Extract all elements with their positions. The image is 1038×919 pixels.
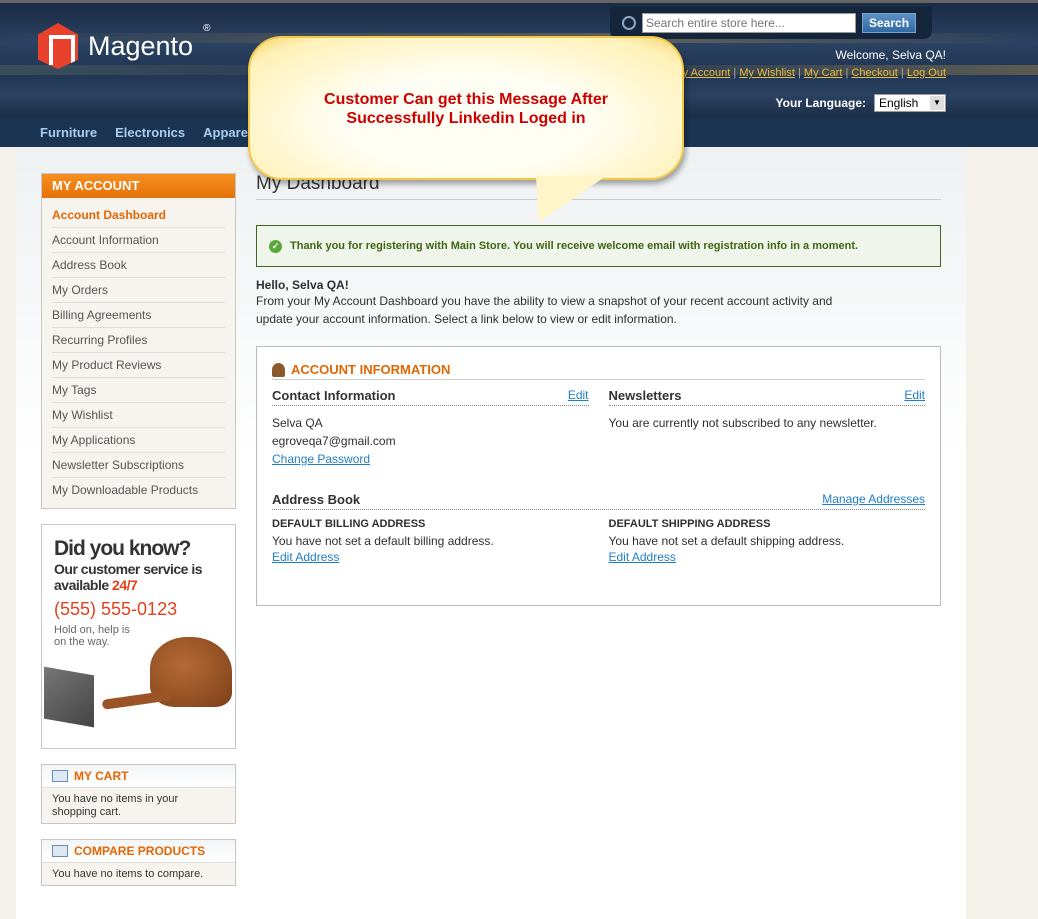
my-account-block: MY ACCOUNT Account Dashboard Account Inf…	[41, 173, 236, 509]
billing-address-title: DEFAULT BILLING ADDRESS	[272, 518, 426, 530]
compare-list-icon	[52, 845, 68, 857]
sidebar-item-address-book[interactable]: Address Book	[52, 253, 225, 278]
sidebar-item-my-applications[interactable]: My Applications	[52, 428, 225, 453]
sidebar-item-recurring-profiles[interactable]: Recurring Profiles	[52, 328, 225, 353]
checkout-link[interactable]: Checkout	[851, 67, 897, 79]
main-content: My Dashboard ✓ Thank you for registering…	[256, 173, 941, 606]
edit-billing-address-link[interactable]: Edit Address	[272, 550, 339, 564]
newsletters-title: Newsletters	[608, 388, 682, 403]
nav-electronics[interactable]: Electronics	[115, 125, 185, 140]
shipping-address-title: DEFAULT SHIPPING ADDRESS	[608, 518, 771, 530]
sidebar-item-billing-agreements[interactable]: Billing Agreements	[52, 303, 225, 328]
account-information-box: ACCOUNT INFORMATION Contact Information E…	[256, 346, 941, 606]
magento-logo-icon	[38, 23, 78, 69]
dog-paw-image	[101, 690, 173, 710]
callout-line-2: Successfully Linkedin Loged in	[346, 110, 586, 127]
compare-title: COMPARE PRODUCTS	[74, 844, 206, 858]
check-icon: ✓	[269, 239, 282, 253]
language-label: Your Language:	[775, 96, 866, 110]
magento-logo[interactable]: Magento ®	[38, 23, 210, 69]
nav-furniture[interactable]: Furniture	[40, 125, 97, 140]
sidebar-item-my-orders[interactable]: My Orders	[52, 278, 225, 303]
sidebar-item-account-dashboard: Account Dashboard	[52, 203, 225, 228]
my-cart-block: MY CART You have no items in your shoppi…	[41, 764, 236, 824]
nav-apparel[interactable]: Apparel	[203, 125, 251, 140]
top-links: My Account | My Wishlist | My Cart | Che…	[673, 67, 946, 79]
edit-shipping-address-link[interactable]: Edit Address	[609, 550, 676, 564]
success-message: ✓ Thank you for registering with Main St…	[256, 225, 941, 267]
search-button[interactable]: Search	[862, 13, 917, 33]
promo-title: Did you know?	[54, 537, 191, 560]
language-select[interactable]: English ▼	[874, 94, 946, 112]
customer-name: Selva QA	[272, 416, 323, 430]
intro-text: From your My Account Dashboard you have …	[256, 294, 833, 326]
search-icon	[622, 16, 636, 30]
my-cart-title: MY CART	[74, 769, 129, 783]
billing-address-text: You have not set a default billing addre…	[272, 534, 494, 548]
basket-icon	[52, 770, 68, 782]
account-information-title: ACCOUNT INFORMATION	[291, 362, 451, 377]
newsletters-text: You are currently not subscribed to any …	[608, 416, 877, 430]
callout-line-1: Customer Can get this Message After	[324, 91, 608, 108]
compare-text: You have no items to compare.	[52, 868, 204, 880]
sidebar-item-my-wishlist[interactable]: My Wishlist	[52, 403, 225, 428]
my-cart-link[interactable]: My Cart	[804, 67, 843, 79]
annotation-callout: Customer Can get this Message After Succ…	[248, 36, 684, 180]
chevron-down-icon: ▼	[930, 96, 944, 110]
compare-products-block: COMPARE PRODUCTS You have no items to co…	[41, 839, 236, 886]
sidebar-item-account-information[interactable]: Account Information	[52, 228, 225, 253]
user-icon	[272, 362, 285, 377]
sidebar-item-my-downloadable-products[interactable]: My Downloadable Products	[52, 478, 225, 503]
sidebar-item-my-product-reviews[interactable]: My Product Reviews	[52, 353, 225, 378]
edit-newsletters-link[interactable]: Edit	[904, 388, 925, 403]
language-switcher: Your Language: English ▼	[776, 94, 946, 112]
search-input[interactable]	[642, 13, 856, 33]
customer-service-banner[interactable]: Did you know? Our customer service is av…	[41, 524, 236, 749]
logo-text: Magento	[88, 30, 194, 61]
promo-highlight: 24/7	[112, 577, 138, 593]
address-book-title: Address Book	[272, 492, 361, 507]
promo-note-1: Hold on, help is	[54, 624, 130, 636]
my-cart-text: You have no items in your shopping cart.	[52, 793, 179, 818]
success-text: Thank you for registering with Main Stor…	[290, 240, 859, 252]
welcome-message: Welcome, Selva QA!	[835, 48, 946, 62]
manage-addresses-link[interactable]: Manage Addresses	[822, 492, 925, 507]
change-password-link[interactable]: Change Password	[272, 452, 370, 466]
hello-text: Hello, Selva QA!	[256, 278, 349, 292]
promo-line-2: available	[54, 577, 109, 593]
sidebar-item-my-tags[interactable]: My Tags	[52, 378, 225, 403]
promo-phone: (555) 555-0123	[54, 599, 178, 619]
my-account-title: MY ACCOUNT	[42, 174, 235, 198]
sidebar-item-newsletter-subscriptions[interactable]: Newsletter Subscriptions	[52, 453, 225, 478]
laptop-image	[44, 666, 94, 728]
search-bar: Search	[610, 7, 932, 39]
promo-line-1: Our customer service is	[54, 561, 203, 577]
log-out-link[interactable]: Log Out	[907, 67, 946, 79]
my-wishlist-link[interactable]: My Wishlist	[739, 67, 795, 79]
contact-information-title: Contact Information	[272, 388, 396, 403]
edit-contact-link[interactable]: Edit	[568, 388, 589, 403]
shipping-address-text: You have not set a default shipping addr…	[608, 534, 845, 548]
customer-email: egroveqa7@gmail.com	[272, 434, 396, 448]
sidebar: MY ACCOUNT Account Dashboard Account Inf…	[41, 173, 236, 886]
